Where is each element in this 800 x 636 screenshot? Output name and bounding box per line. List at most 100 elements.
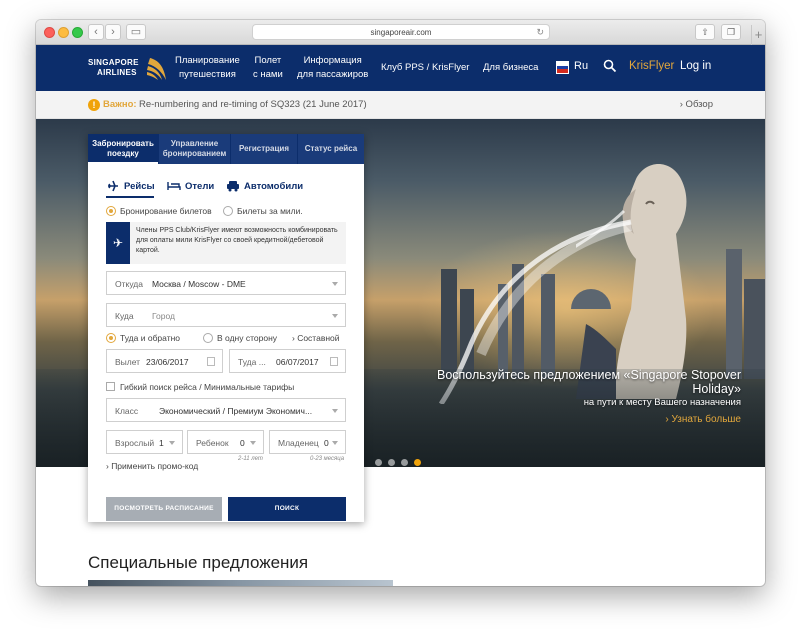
learn-more-link[interactable]: › Узнать больше — [665, 414, 741, 425]
tabs-icon[interactable]: ❐ — [721, 24, 741, 40]
cabin-class-select[interactable]: Класс Экономический / Премиум Экономич..… — [106, 398, 346, 422]
skyline-building — [744, 279, 765, 379]
field-label: Ребенок — [196, 438, 229, 448]
carousel-dot[interactable] — [388, 459, 395, 466]
hero-title-line: Воспользуйтесь предложением «Singapore S… — [437, 368, 741, 382]
view-schedule-button[interactable]: ПОСМОТРЕТЬ РАСПИСАНИЕ — [106, 497, 222, 521]
minimize-window-button[interactable] — [58, 27, 69, 38]
booking-tickets-radio[interactable] — [106, 206, 116, 216]
chevron-down-icon — [250, 441, 256, 445]
carousel-dot[interactable] — [375, 459, 382, 466]
info-text: Члены PPS Club/KrisFlyer имеют возможнос… — [136, 227, 338, 254]
maximize-window-button[interactable] — [72, 27, 83, 38]
mode-cars[interactable]: Автомобили — [244, 181, 303, 192]
search-button[interactable]: ПОИСК — [228, 497, 346, 521]
booking-panel: Забронировать поездку Управление брониро… — [88, 134, 364, 522]
alert-link[interactable]: Re-numbering and re-timing of SQ323 (21 … — [139, 99, 367, 110]
nav-fly-with-us[interactable]: Полет с нами — [253, 54, 283, 82]
calendar-icon[interactable] — [330, 357, 338, 366]
miles-tickets-radio[interactable] — [223, 206, 233, 216]
warning-icon: ! — [88, 99, 100, 111]
nav-krisflyer-club[interactable]: Клуб PPS / KrisFlyer — [381, 61, 469, 75]
nav-label: с нами — [253, 69, 283, 80]
nav-business[interactable]: Для бизнеса — [483, 61, 538, 75]
address-bar[interactable]: singaporeair.com ↻ — [252, 24, 550, 40]
to-placeholder: Город — [152, 311, 175, 321]
tab-label: бронированием — [162, 149, 227, 158]
alert-bar: ! Важно: Re-numbering and re-timing of S… — [36, 91, 765, 119]
radio-label: Билеты за мили. — [237, 206, 303, 216]
krisflyer-label[interactable]: KrisFlyer — [629, 60, 674, 72]
nav-label: Информация — [303, 55, 362, 66]
reload-icon[interactable]: ↻ — [536, 25, 544, 40]
field-label: Туда ... — [238, 357, 266, 367]
offer-image[interactable] — [88, 580, 393, 586]
nav-passenger-info[interactable]: Информация для пассажиров — [297, 54, 368, 82]
depart-date-field[interactable]: Вылет 23/06/2017 — [106, 349, 223, 373]
krisflyer-info-box: ✈ Члены PPS Club/KrisFlyer имеют возможн… — [106, 222, 346, 264]
carousel-dot[interactable] — [401, 459, 408, 466]
multi-city-link[interactable]: › Составной — [292, 333, 340, 343]
forward-icon[interactable]: › — [105, 24, 121, 40]
infants-select[interactable]: Младенец 0 — [269, 430, 346, 454]
skyline-building — [726, 249, 742, 379]
radio-label: В одну сторону — [217, 333, 278, 343]
site-header: SINGAPORE AIRLINES Планирование путешест… — [36, 45, 765, 91]
cabin-class-value: Экономический / Премиум Экономич... — [159, 406, 313, 416]
radio-label: Бронирование билетов — [120, 206, 212, 216]
sidebar-icon[interactable]: ▭ — [126, 24, 146, 40]
browser-window: ‹ › ▭ singaporeair.com ↻ ⇧ ❐ + SINGAPORE… — [36, 20, 765, 586]
mode-hotels[interactable]: Отели — [185, 181, 214, 192]
depart-date-value: 23/06/2017 — [146, 357, 189, 367]
share-icon[interactable]: ⇧ — [695, 24, 715, 40]
russian-flag-icon[interactable] — [556, 61, 569, 74]
nav-label: путешествия — [178, 69, 236, 80]
back-icon[interactable]: ‹ — [88, 24, 104, 40]
return-date-field[interactable]: Туда ... 06/07/2017 — [229, 349, 346, 373]
logo-text: AIRLINES — [97, 68, 137, 77]
infants-value: 0 — [324, 438, 329, 448]
special-offers-heading: Специальные предложения — [88, 553, 309, 572]
hero-title: Воспользуйтесь предложением «Singapore S… — [437, 368, 741, 396]
plane-icon: ✈ — [106, 222, 130, 264]
round-trip-radio[interactable] — [106, 333, 116, 343]
hotel-bed-icon — [167, 182, 181, 190]
search-icon[interactable] — [603, 59, 617, 73]
adults-select[interactable]: Взрослый 1 — [106, 430, 183, 454]
mode-flights[interactable]: Рейсы — [124, 181, 155, 192]
url-text: singaporeair.com — [370, 28, 432, 37]
nav-plan-travel[interactable]: Планирование путешествия — [175, 54, 240, 82]
tab-check-in[interactable]: Регистрация — [231, 134, 297, 164]
nav-label: для пассажиров — [297, 69, 369, 80]
new-tab-icon[interactable]: + — [751, 25, 765, 45]
to-field[interactable]: Куда Город — [106, 303, 346, 327]
tab-label: Управление — [170, 139, 219, 148]
field-label: Куда — [115, 311, 134, 321]
from-field[interactable]: Откуда Москва / Moscow - DME — [106, 271, 346, 295]
nav-label: Для бизнеса — [483, 62, 539, 73]
active-mode-underline — [106, 196, 154, 198]
singapore-airlines-logo[interactable]: SINGAPORE AIRLINES — [88, 54, 168, 82]
close-window-button[interactable] — [44, 27, 55, 38]
one-way-radio[interactable] — [203, 333, 213, 343]
children-value: 0 — [240, 438, 245, 448]
booking-tabs: Забронировать поездку Управление брониро… — [88, 134, 364, 164]
adults-value: 1 — [159, 438, 164, 448]
login-link[interactable]: Log in — [680, 60, 711, 72]
tab-label: Статус рейса — [304, 144, 358, 153]
language-selector[interactable]: Ru — [574, 60, 588, 72]
children-select[interactable]: Ребенок 0 — [187, 430, 264, 454]
tab-manage-booking[interactable]: Управление бронированием — [159, 134, 230, 164]
calendar-icon[interactable] — [207, 357, 215, 366]
radio-label: Туда и обратно — [120, 333, 181, 343]
overview-link[interactable]: › Обзор — [680, 99, 713, 110]
tab-flight-status[interactable]: Статус рейса — [298, 134, 364, 164]
children-age-note: 2-11 лет — [238, 456, 263, 462]
chevron-down-icon — [332, 441, 338, 445]
flexible-search-checkbox[interactable] — [106, 382, 115, 391]
promo-code-link[interactable]: › Применить промо-код — [106, 461, 198, 471]
tab-book-trip[interactable]: Забронировать поездку — [88, 134, 158, 164]
infants-age-note: 0-23 месяца — [310, 456, 345, 462]
tab-label: Регистрация — [238, 144, 290, 153]
carousel-dot-active[interactable] — [414, 459, 421, 466]
